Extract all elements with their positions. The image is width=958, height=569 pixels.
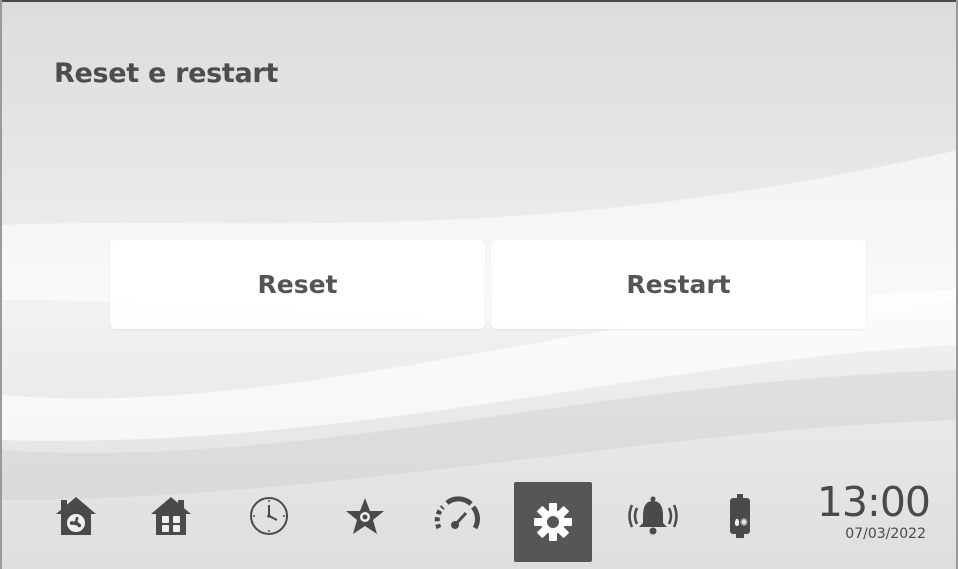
house-fan-icon bbox=[56, 497, 96, 535]
nav-alarms[interactable] bbox=[625, 488, 681, 544]
page-title: Reset e restart bbox=[54, 58, 279, 89]
nav-zone-1-home[interactable] bbox=[48, 488, 104, 544]
clock-date: 07/03/2022 bbox=[845, 526, 926, 542]
nav-zone-2-home[interactable] bbox=[143, 488, 199, 544]
house-windows-icon bbox=[151, 497, 191, 535]
reset-button[interactable]: Reset bbox=[110, 240, 485, 329]
bottom-nav-bar: 13:00 07/03/2022 bbox=[0, 478, 958, 566]
gear-icon bbox=[534, 503, 572, 541]
star-icon bbox=[346, 498, 384, 534]
boiler-icon bbox=[730, 494, 750, 538]
nav-favorites[interactable] bbox=[337, 488, 393, 544]
bell-icon bbox=[628, 496, 678, 535]
app-screen: Reset e restart Reset Restart 13:00 07/0… bbox=[0, 0, 958, 569]
gauge-icon bbox=[434, 496, 480, 530]
nav-settings[interactable] bbox=[514, 482, 592, 562]
nav-water-heater[interactable] bbox=[712, 488, 768, 544]
clock-icon bbox=[250, 497, 288, 535]
nav-performance[interactable] bbox=[429, 488, 485, 544]
nav-schedule[interactable] bbox=[241, 488, 297, 544]
clock-time: 13:00 bbox=[816, 478, 931, 526]
restart-button[interactable]: Restart bbox=[491, 240, 866, 329]
screen-frame-top bbox=[0, 0, 958, 2]
